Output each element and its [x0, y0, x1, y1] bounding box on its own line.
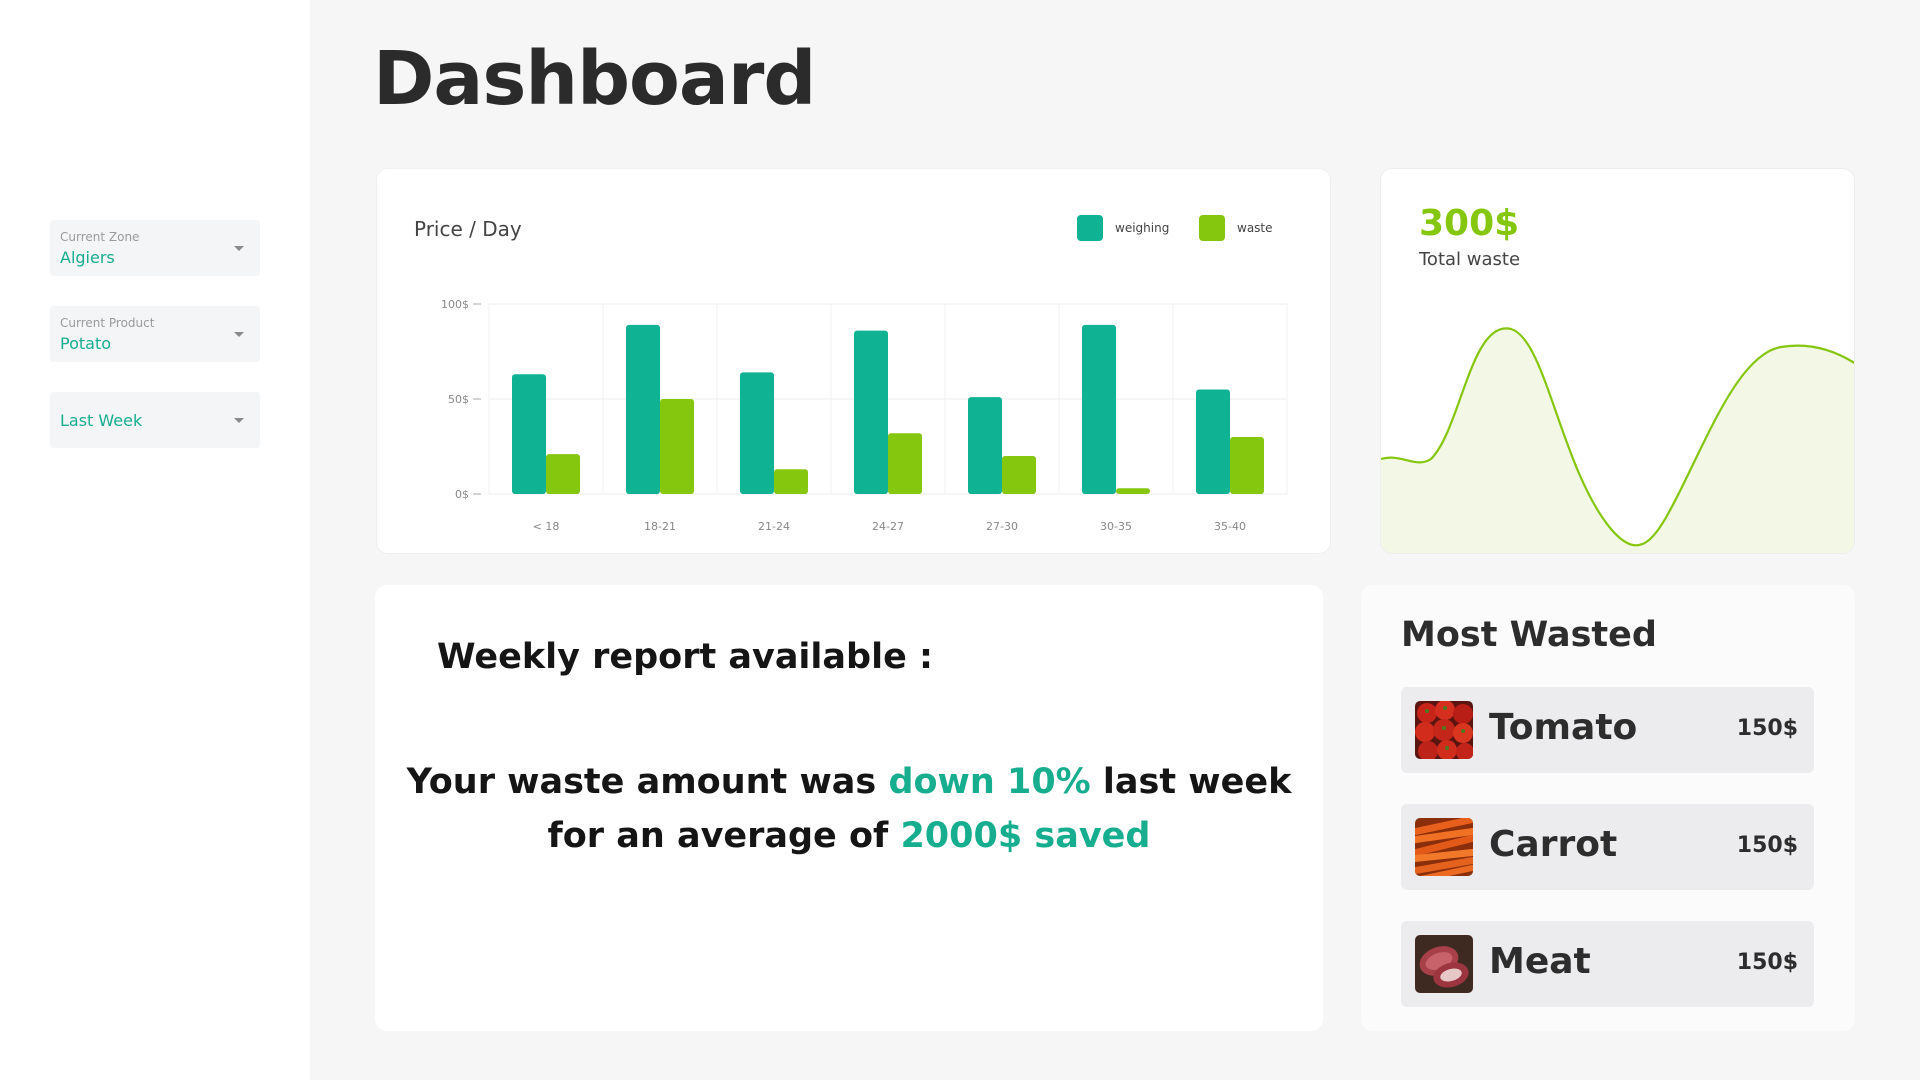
total-waste-amount: 300$ — [1419, 203, 1520, 244]
x-tick-label: 24-27 — [872, 520, 904, 533]
weekly-report-card: Weekly report available : Your waste amo… — [375, 585, 1323, 1031]
product-dropdown[interactable]: Current Product Potato — [50, 306, 260, 362]
report-highlight-down: down 10% — [888, 762, 1091, 802]
x-tick-label: 18-21 — [644, 520, 676, 533]
carrot-thumbnail-icon — [1415, 818, 1473, 876]
price-chart-card: 0$ 50$ 100$ < 18 18-21 21-24 24-27 27-30 30-35 35… — [376, 168, 1331, 554]
tomato-thumbnail-icon — [1415, 701, 1473, 759]
page-title: Dashboard — [373, 36, 816, 122]
wasted-item-name: Carrot — [1489, 824, 1618, 865]
x-tick-label: 30-35 — [1100, 520, 1132, 533]
wasted-item-carrot[interactable]: Carrot 150$ — [1401, 804, 1814, 890]
product-dropdown-value: Potato — [60, 334, 112, 353]
most-wasted-title: Most Wasted — [1401, 615, 1657, 655]
y-tick-label: 0$ — [455, 488, 469, 501]
meat-thumbnail-icon — [1415, 935, 1473, 993]
period-dropdown-value: Last Week — [60, 411, 143, 430]
bar-waste — [1116, 488, 1150, 494]
zone-dropdown-value: Algiers — [60, 248, 115, 267]
legend-label-waste: waste — [1237, 221, 1273, 235]
chevron-down-icon — [234, 246, 244, 251]
wasted-item-name: Tomato — [1489, 707, 1638, 748]
chevron-down-icon — [234, 332, 244, 337]
wasted-item-price: 150$ — [1736, 950, 1798, 975]
report-text: for an average of — [547, 816, 901, 856]
legend-item-weighing: weighing — [1077, 215, 1169, 241]
sidebar: Current Zone Algiers Current Product Pot… — [0, 0, 310, 1080]
x-tick-label: 27-30 — [986, 520, 1018, 533]
report-text: last week — [1090, 762, 1292, 802]
zone-dropdown-label: Current Zone — [60, 230, 140, 244]
legend-swatch-weighing — [1077, 215, 1103, 241]
chart-title: Price / Day — [414, 217, 522, 241]
report-highlight-saved: 2000$ saved — [900, 816, 1151, 856]
bar-waste — [546, 454, 580, 494]
bar-weighing — [512, 374, 546, 494]
legend-item-waste: waste — [1199, 215, 1273, 241]
most-wasted-card: Most Wasted Tomato 150$ Carrot 150$ Meat… — [1361, 585, 1855, 1031]
wasted-item-meat[interactable]: Meat 150$ — [1401, 921, 1814, 1007]
x-tick-label: 35-40 — [1214, 520, 1246, 533]
bar-weighing — [854, 330, 888, 494]
bar-weighing — [1082, 324, 1116, 494]
product-dropdown-label: Current Product — [60, 316, 155, 330]
zone-dropdown[interactable]: Current Zone Algiers — [50, 220, 260, 276]
wasted-item-tomato[interactable]: Tomato 150$ — [1401, 687, 1814, 773]
chevron-down-icon — [234, 418, 244, 423]
y-tick-label: 50$ — [448, 393, 469, 406]
total-waste-card: 300$ Total waste — [1380, 168, 1855, 554]
report-line-1: Your waste amount was down 10% last week — [375, 762, 1323, 802]
legend-label-weighing: weighing — [1115, 221, 1170, 235]
bar-waste — [660, 399, 694, 494]
y-tick-label: 100$ — [441, 298, 469, 311]
legend-swatch-waste — [1199, 215, 1225, 241]
x-tick-label: < 18 — [533, 520, 560, 533]
bar-waste — [1002, 456, 1036, 494]
wasted-item-price: 150$ — [1736, 833, 1798, 858]
wasted-item-price: 150$ — [1736, 716, 1798, 741]
report-heading: Weekly report available : — [437, 637, 934, 677]
bar-waste — [774, 469, 808, 494]
bar-weighing — [1196, 389, 1230, 494]
bar-waste — [888, 433, 922, 494]
report-text: Your waste amount was — [406, 762, 889, 802]
bar-weighing — [740, 372, 774, 494]
wasted-item-name: Meat — [1489, 941, 1591, 982]
bar-waste — [1230, 437, 1264, 494]
total-waste-label: Total waste — [1419, 249, 1521, 270]
period-dropdown[interactable]: Last Week — [50, 392, 260, 448]
x-tick-label: 21-24 — [758, 520, 790, 533]
bar-weighing — [626, 324, 660, 494]
bar-weighing — [968, 397, 1002, 494]
sparkline-area — [1381, 328, 1854, 553]
report-line-2: for an average of 2000$ saved — [375, 816, 1323, 856]
